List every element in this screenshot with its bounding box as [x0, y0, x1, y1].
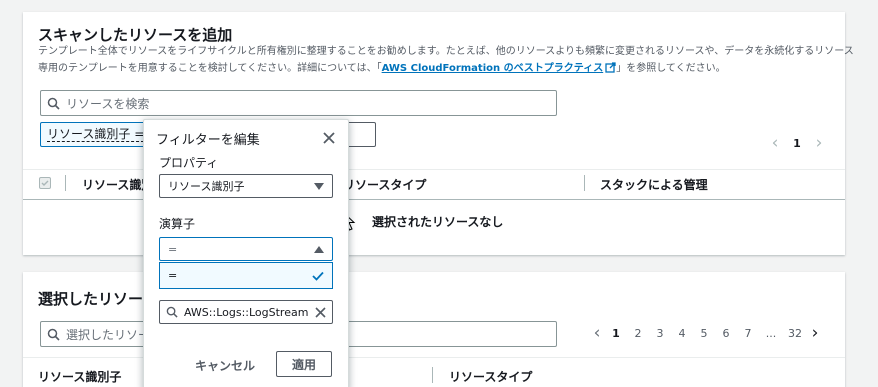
operator-option-selected[interactable]: = — [159, 262, 333, 289]
column-separator — [584, 175, 585, 191]
filter-token-remove-area[interactable] — [346, 122, 376, 147]
pagination-next-icon[interactable]: › — [812, 133, 826, 153]
property-select[interactable]: リソース識別子 — [159, 174, 333, 198]
pagination-page-1[interactable]: 1 — [605, 327, 627, 340]
search-icon — [47, 328, 60, 341]
filter-token[interactable]: リソース識別子 = — [40, 122, 146, 147]
value-search-input[interactable]: AWS::Logs::LogStream — [159, 300, 333, 324]
cancel-button[interactable]: キャンセル — [190, 352, 260, 378]
value-search-text: AWS::Logs::LogStream — [184, 305, 309, 319]
selected-column-header-resource-id[interactable]: リソース識別子 — [38, 368, 121, 385]
description-prefix: 専用のテンプレートを用意することを検討してください。詳細については、「 — [38, 63, 382, 74]
scan-pagination: ‹ 1 › — [768, 133, 826, 153]
pagination-page-3[interactable]: 3 — [649, 327, 671, 340]
selected-search-placeholder: 選択したリソー — [66, 327, 151, 342]
clear-icon[interactable] — [315, 307, 326, 318]
description-line-2: 専用のテンプレートを用意することを検討してください。詳細については、「AWS C… — [38, 60, 838, 79]
scan-section-title: スキャンしたリソースを追加 — [38, 26, 233, 44]
pagination-page-6[interactable]: 6 — [715, 327, 737, 340]
description-line-1: テンプレート全体でリソースをライフサイクルと所有権別に整理することをお勧めします… — [38, 46, 854, 57]
resource-search-input[interactable]: リソースを検索 — [40, 90, 557, 116]
pagination-next-icon[interactable]: › — [807, 323, 823, 343]
checkmark-icon — [312, 271, 324, 281]
property-label: プロパティ — [159, 156, 219, 170]
selected-column-header-resource-type[interactable]: リソースタイプ — [449, 368, 532, 385]
check-icon — [41, 180, 49, 186]
operator-select-value: = — [168, 242, 178, 256]
edit-filter-popover: フィルターを編集 プロパティ リソース識別子 演算子 = = AWS::Logs… — [143, 119, 349, 387]
close-icon[interactable] — [322, 131, 336, 145]
operator-option-label: = — [168, 269, 178, 282]
selected-section-title: 選択したリソー — [38, 290, 144, 308]
property-select-value: リソース識別子 — [168, 180, 245, 193]
search-icon — [47, 97, 60, 110]
pagination-page-2[interactable]: 2 — [627, 327, 649, 340]
pagination-ellipsis: ... — [765, 326, 777, 340]
column-header-resource-type[interactable]: リソースタイプ — [343, 176, 426, 193]
caret-up-icon — [314, 246, 324, 253]
scan-section-description: テンプレート全体でリソースをライフサイクルと所有権別に整理することをお勧めします… — [38, 43, 854, 79]
filter-token-label: リソース識別子 = — [47, 127, 145, 142]
pagination-page[interactable]: 1 — [782, 137, 812, 150]
pagination-page-last[interactable]: 32 — [783, 327, 807, 340]
popover-title: フィルターを編集 — [156, 133, 260, 148]
pagination-page-7[interactable]: 7 — [737, 327, 759, 340]
operator-label: 演算子 — [159, 217, 196, 231]
column-header-stack-managed[interactable]: スタックによる管理 — [600, 176, 708, 193]
caret-down-icon — [314, 183, 324, 190]
operator-select[interactable]: = — [159, 237, 333, 261]
pagination-prev-icon[interactable]: ‹ — [768, 133, 782, 153]
select-all-checkbox[interactable] — [39, 177, 51, 189]
pagination-prev-icon[interactable]: ‹ — [589, 323, 605, 343]
empty-state-text: 選択されたリソースなし — [372, 215, 504, 229]
description-suffix: 」を参照してください。 — [616, 63, 726, 74]
external-link-icon — [605, 62, 616, 79]
column-separator — [432, 367, 433, 383]
best-practices-link[interactable]: AWS CloudFormation のベストプラクティス — [382, 63, 604, 74]
resource-search-placeholder: リソースを検索 — [66, 96, 150, 111]
search-icon — [166, 306, 178, 318]
pagination-page-5[interactable]: 5 — [693, 327, 715, 340]
column-separator — [65, 175, 66, 191]
pagination-page-4[interactable]: 4 — [671, 327, 693, 340]
apply-button[interactable]: 適用 — [276, 351, 332, 377]
selected-pagination: ‹ 1 2 3 4 5 6 7 ... 32 › — [589, 323, 823, 343]
